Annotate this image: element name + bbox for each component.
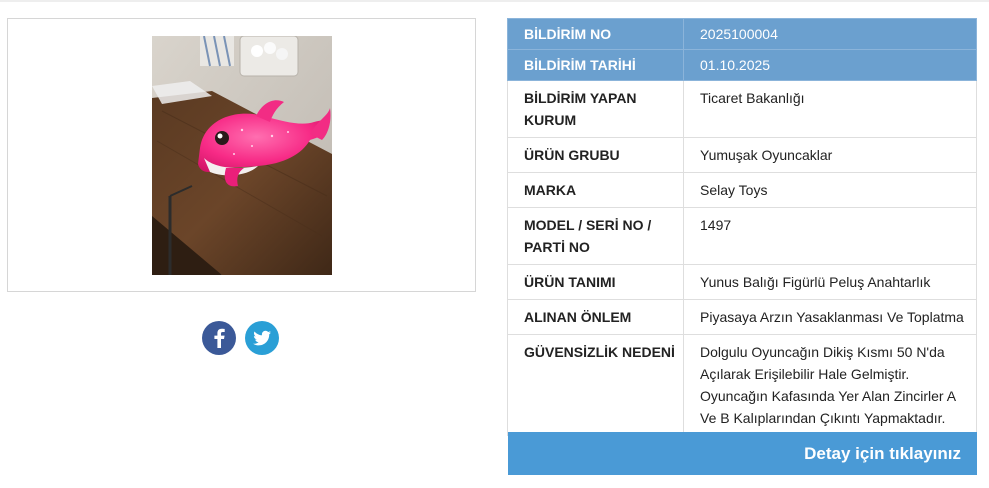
product-description-value: Yunus Balığı Figürlü Peluş Anahtarlık [683, 264, 977, 300]
model-label: MODEL / SERİ NO / PARTİ NO [507, 207, 684, 265]
dolphin-plush-image [152, 36, 332, 275]
row-notifying-institution: BİLDİRİM YAPAN KURUM Ticaret Bakanlığı [507, 80, 977, 138]
twitter-share-button[interactable] [245, 321, 279, 355]
model-value: 1497 [683, 207, 977, 265]
twitter-icon [253, 330, 271, 346]
row-notice-date: BİLDİRİM TARİHİ 01.10.2025 [507, 49, 977, 81]
row-measure-taken: ALINAN ÖNLEM Piyasaya Arzın Yasaklanması… [507, 299, 977, 335]
row-risk-reason: GÜVENSİZLİK NEDENİ Dolgulu Oyuncağın Dik… [507, 334, 977, 436]
notice-no-value: 2025100004 [683, 18, 977, 50]
row-brand: MARKA Selay Toys [507, 172, 977, 208]
facebook-share-button[interactable] [202, 321, 236, 355]
risk-reason-label: GÜVENSİZLİK NEDENİ [507, 334, 684, 436]
product-photo-frame [7, 18, 476, 292]
measure-taken-label: ALINAN ÖNLEM [507, 299, 684, 335]
row-product-group: ÜRÜN GRUBU Yumuşak Oyuncaklar [507, 137, 977, 173]
product-group-value: Yumuşak Oyuncaklar [683, 137, 977, 173]
notice-no-label: BİLDİRİM NO [507, 18, 684, 50]
brand-label: MARKA [507, 172, 684, 208]
product-description-label: ÜRÜN TANIMI [507, 264, 684, 300]
details-link-button[interactable]: Detay için tıklayınız [508, 432, 977, 475]
notifying-institution-label: BİLDİRİM YAPAN KURUM [507, 80, 684, 138]
facebook-icon [214, 328, 225, 348]
row-model: MODEL / SERİ NO / PARTİ NO 1497 [507, 207, 977, 265]
product-photo[interactable] [152, 36, 332, 275]
risk-reason-value: Dolgulu Oyuncağın Dikiş Kısmı 50 N'da Aç… [683, 334, 977, 436]
notice-details-table: BİLDİRİM NO 2025100004 BİLDİRİM TARİHİ 0… [507, 18, 977, 436]
details-link-label: Detay için tıklayınız [804, 443, 961, 463]
row-notice-no: BİLDİRİM NO 2025100004 [507, 18, 977, 50]
product-group-label: ÜRÜN GRUBU [507, 137, 684, 173]
notice-date-value: 01.10.2025 [683, 49, 977, 81]
row-product-description: ÜRÜN TANIMI Yunus Balığı Figürlü Peluş A… [507, 264, 977, 300]
brand-value: Selay Toys [683, 172, 977, 208]
product-media-panel [0, 0, 489, 488]
measure-taken-value: Piyasaya Arzın Yasaklanması Ve Toplatma [683, 299, 977, 335]
notice-date-label: BİLDİRİM TARİHİ [507, 49, 684, 81]
notifying-institution-value: Ticaret Bakanlığı [683, 80, 977, 138]
